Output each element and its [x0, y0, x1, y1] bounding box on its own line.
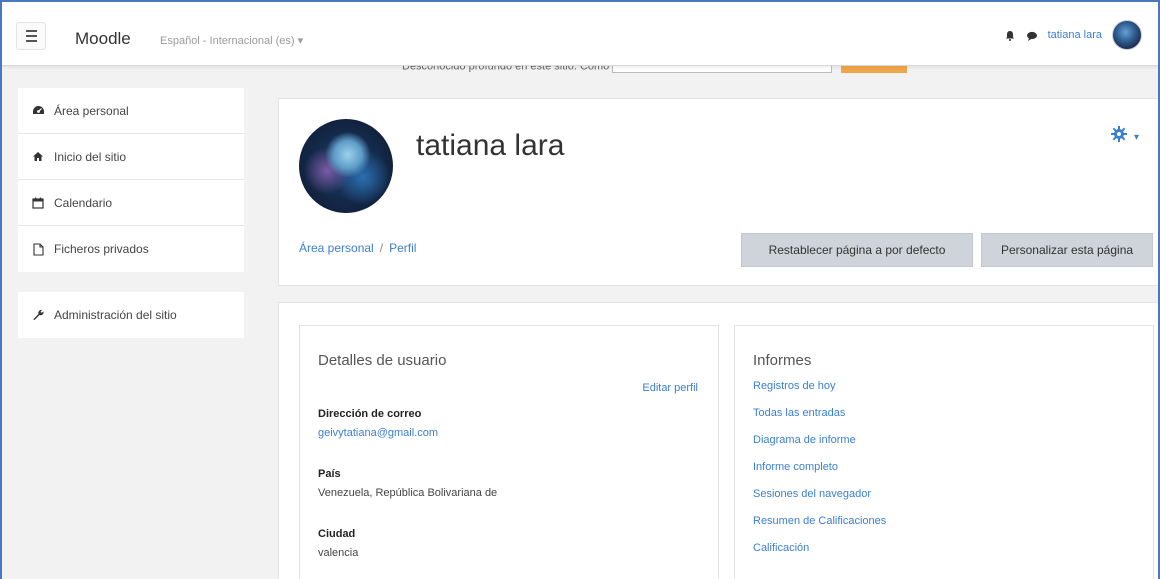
list-item: Calificación [753, 542, 886, 569]
sidebar-item-inicio[interactable]: Inicio del sitio [18, 134, 244, 180]
nav-drawer: Área personal Inicio del sitio Calendari… [2, 66, 262, 579]
sidebar-item-administracion[interactable]: Administración del sitio [18, 292, 244, 338]
city-field: Ciudad valencia [318, 528, 358, 559]
profile-header: tatiana lara ▾ Área personal / Perfil Re… [278, 98, 1158, 286]
top-navbar: Moodle Español - Internacional (es) ▾ ta… [2, 2, 1158, 66]
sidebar-item-label: Calendario [54, 195, 113, 210]
sidebar-item-area-personal[interactable]: Área personal [18, 88, 244, 134]
field-value: valencia [318, 547, 359, 559]
section-title: Informes [753, 352, 812, 369]
report-link-calificacion[interactable]: Calificación [753, 542, 809, 554]
breadcrumb-area-personal[interactable]: Área personal [299, 241, 374, 255]
home-icon [30, 151, 46, 162]
chat-icon[interactable] [1026, 29, 1038, 41]
breadcrumb-separator: / [379, 241, 384, 255]
gear-icon [1110, 125, 1128, 149]
language-selector[interactable]: Español - Internacional (es) ▾ [160, 34, 303, 47]
report-link-resumen[interactable]: Resumen de Calificaciones [753, 515, 886, 527]
report-link-diagrama[interactable]: Diagrama de informe [753, 434, 856, 446]
field-label: País [318, 468, 341, 480]
report-link-completo[interactable]: Informe completo [753, 461, 838, 473]
user-menu-name[interactable]: tatiana lara [1048, 29, 1102, 41]
site-brand[interactable]: Moodle [75, 29, 131, 49]
main-region: Desconocido profundo en este sitio. Como… [262, 60, 1158, 579]
chevron-down-icon: ▾ [1133, 131, 1139, 143]
profile-content: Detalles de usuario Editar perfil Direcc… [278, 302, 1158, 579]
user-details-section: Detalles de usuario Editar perfil Direcc… [299, 325, 719, 579]
report-link-todas-entradas[interactable]: Todas las entradas [753, 407, 845, 419]
file-icon [30, 242, 46, 256]
report-link-sesiones[interactable]: Sesiones del navegador [753, 488, 871, 500]
field-value: Venezuela, República Bolivariana de [318, 487, 498, 499]
breadcrumb: Área personal / Perfil [299, 241, 416, 255]
breadcrumb-perfil[interactable]: Perfil [389, 241, 416, 255]
list-item: Sesiones del navegador [753, 488, 886, 515]
reset-page-button[interactable]: Restablecer página a por defecto [741, 233, 973, 267]
sidebar-item-label: Área personal [54, 103, 129, 118]
sidebar-item-ficheros[interactable]: Ficheros privados [18, 226, 244, 272]
list-item: Resumen de Calificaciones [753, 515, 886, 542]
list-item: Informe completo [753, 461, 886, 488]
nav-group-main: Área personal Inicio del sitio Calendari… [18, 88, 244, 272]
report-link-registros-hoy[interactable]: Registros de hoy [753, 380, 836, 392]
nav-group-admin: Administración del sitio [18, 292, 244, 338]
user-nav: tatiana lara [1004, 20, 1142, 50]
profile-avatar [299, 119, 393, 213]
sidebar-item-calendario[interactable]: Calendario [18, 180, 244, 226]
bell-icon[interactable] [1004, 29, 1016, 41]
customize-page-button[interactable]: Personalizar esta página [981, 233, 1153, 267]
email-field: Dirección de correo geivytatiana@gmail.c… [318, 408, 438, 439]
list-item: Diagrama de informe [753, 434, 886, 461]
calendar-icon [30, 197, 46, 209]
field-label: Dirección de correo [318, 408, 422, 420]
user-avatar[interactable] [1112, 20, 1142, 50]
wrench-icon [30, 309, 46, 322]
section-title: Detalles de usuario [318, 352, 447, 369]
list-item: Registros de hoy [753, 380, 886, 407]
page-title: tatiana lara [416, 129, 565, 162]
page-actions-menu[interactable]: ▾ [1110, 125, 1139, 149]
menu-toggle-button[interactable] [16, 22, 46, 50]
reports-list: Registros de hoy Todas las entradas Diag… [753, 380, 886, 569]
list-item: Todas las entradas [753, 407, 886, 434]
country-field: País Venezuela, República Bolivariana de [318, 468, 497, 499]
dashboard-icon [30, 105, 46, 116]
edit-profile-link[interactable]: Editar perfil [642, 382, 698, 394]
reports-section: Informes Registros de hoy Todas las entr… [734, 325, 1154, 579]
email-link[interactable]: geivytatiana@gmail.com [318, 427, 438, 439]
sidebar-item-label: Ficheros privados [54, 242, 149, 256]
field-label: Ciudad [318, 528, 356, 540]
sidebar-item-label: Inicio del sitio [54, 149, 127, 164]
sidebar-item-label: Administración del sitio [54, 308, 177, 322]
browser-frame: Moodle Español - Internacional (es) ▾ ta… [0, 0, 1160, 579]
